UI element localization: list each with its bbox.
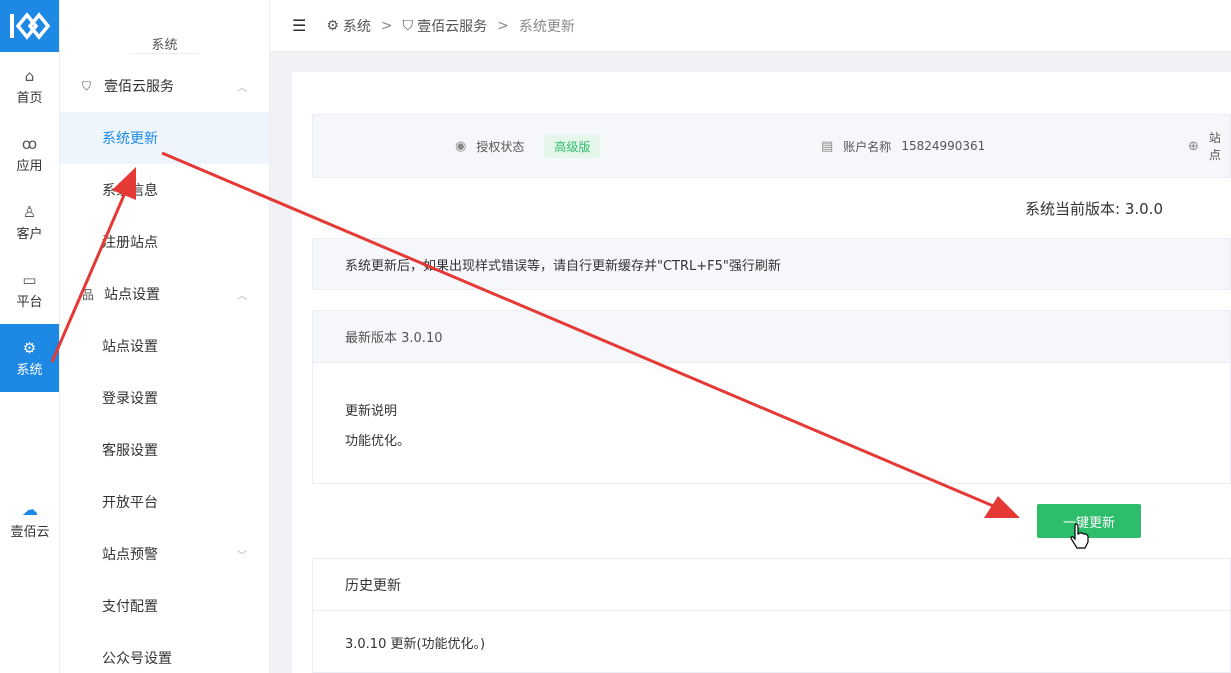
rail-item-label: 壹佰云 [10, 525, 50, 540]
menu-group-cloud-service[interactable]: ⛉ 壹佰云服务 ︿ [60, 60, 269, 112]
menu-item-payment-config[interactable]: 支付配置 [60, 580, 269, 632]
rail-item-label: 平台 [16, 294, 43, 310]
breadcrumb-item[interactable]: 系统 [343, 16, 371, 36]
hand-cursor-icon [1070, 523, 1089, 549]
menu-item-open-platform[interactable]: 开放平台 [60, 476, 269, 528]
sitemap-icon: 品 [82, 287, 95, 302]
status-bar: ◉ 授权状态 高级版 ▤ 账户名称 15824990361 ⊕ 站点 [312, 114, 1231, 178]
rail-item-platform[interactable]: ▭ 平台 [0, 256, 59, 324]
auth-badge: 高级版 [544, 134, 601, 158]
shield-icon: ⛉ [402, 17, 414, 34]
chevron-down-icon[interactable]: ﹀ [237, 547, 247, 562]
shield-icon: ⛉ [82, 78, 92, 93]
chevron-up-icon[interactable]: ︿ [237, 287, 247, 302]
menu-group-label: 壹佰云服务 [104, 79, 174, 95]
menu-group-label: 站点设置 [104, 287, 160, 303]
history-row: 3.0.10 更新(功能优化。) [345, 636, 486, 652]
main-content: ◉ 授权状态 高级版 ▤ 账户名称 15824990361 ⊕ 站点 系统当前版… [292, 72, 1231, 673]
rail-item-customers[interactable]: ♙ 客户 [0, 188, 59, 256]
menu-group-site-settings[interactable]: 品 站点设置 ︿ [60, 268, 269, 320]
latest-version-notes: 更新说明 功能优化。 [313, 363, 1230, 457]
app-root: ⌂ 首页 ꝏ 应用 ♙ 客户 ▭ 平台 ⚙ 系统 ☁ 壹佰云 系统 ⛉ 壹佰云服… [0, 0, 1231, 673]
menu-title: 系统 [60, 0, 269, 60]
breadcrumb-current: 系统更新 [518, 18, 575, 35]
breadcrumb-separator: > [380, 17, 393, 34]
menu-item-login-settings[interactable]: 登录设置 [60, 372, 269, 424]
menu-toggle-icon[interactable]: ☰ [292, 16, 306, 35]
menu-item-system-info[interactable]: 系统信息 [60, 164, 269, 216]
gear-icon: ⚙ [326, 17, 339, 34]
account-value: 15824990361 [901, 139, 986, 153]
notes-text: 功能优化。 [345, 434, 411, 449]
notes-title: 更新说明 [345, 404, 398, 419]
cloud-icon: ☁ [22, 500, 38, 519]
left-rail: ⌂ 首页 ꝏ 应用 ♙ 客户 ▭ 平台 ⚙ 系统 ☁ 壹佰云 [0, 0, 60, 673]
apps-icon: ꝏ [21, 134, 38, 153]
rail-item-home[interactable]: ⌂ 首页 [0, 52, 59, 120]
verified-icon: ◉ [455, 138, 467, 154]
rail-item-label: 应用 [16, 158, 43, 174]
menu-item-site-settings[interactable]: 站点设置 [60, 320, 269, 372]
app-logo[interactable] [0, 0, 59, 52]
menu-item-register-site[interactable]: 注册站点 [60, 216, 269, 268]
globe-icon: ⊕ [1188, 138, 1199, 154]
user-icon: ♙ [22, 202, 37, 221]
chevron-up-icon[interactable]: ︿ [237, 79, 247, 94]
history-panel: 历史更新 3.0.10 更新(功能优化。) [312, 558, 1231, 673]
logo-icon [9, 12, 50, 40]
gear-icon: ⚙ [22, 338, 37, 357]
menu-item-service-settings[interactable]: 客服设置 [60, 424, 269, 476]
breadcrumb-separator: > [497, 17, 509, 34]
rail-item-apps[interactable]: ꝏ 应用 [0, 120, 59, 188]
rail-item-label: 系统 [16, 362, 43, 378]
home-icon: ⌂ [24, 66, 35, 85]
menu-item-official-account[interactable]: 公众号设置 [60, 632, 269, 673]
update-notice: 系统更新后，如果出现样式错误等，请自行更新缓存并"CTRL+F5"强行刷新 [312, 238, 1231, 290]
breadcrumb-item[interactable]: 壹佰云服务 [417, 16, 487, 36]
account-info: ▤ 账户名称 15824990361 [821, 138, 986, 154]
rail-item-label: 首页 [16, 90, 43, 106]
menu-item-system-update[interactable]: 系统更新 [60, 112, 269, 164]
current-version: 系统当前版本: 3.0.0 [1025, 200, 1163, 218]
monitor-icon: ▭ [22, 270, 37, 289]
rail-item-cloud[interactable]: ☁ 壹佰云 [0, 500, 60, 540]
breadcrumb: ⚙ 系统 > ⛉ 壹佰云服务 > 系统更新 [326, 16, 575, 36]
auth-status: ◉ 授权状态 高级版 [455, 134, 601, 158]
card-icon: ▤ [821, 138, 834, 154]
secondary-menu: 系统 ⛉ 壹佰云服务 ︿ 系统更新 系统信息 注册站点 品 站点设置 ︿ 站点设… [60, 0, 270, 673]
latest-version-title: 最新版本 3.0.10 [313, 311, 1230, 363]
rail-item-label: 客户 [16, 226, 43, 242]
latest-version-panel: 最新版本 3.0.10 更新说明 功能优化。 [312, 310, 1231, 484]
site-info: ⊕ 站点 [1188, 131, 1221, 162]
menu-item-site-alert[interactable]: 站点预警 ﹀ [60, 528, 269, 580]
history-title: 历史更新 [313, 559, 1230, 611]
top-bar: ☰ ⚙ 系统 > ⛉ 壹佰云服务 > 系统更新 [270, 0, 1231, 52]
rail-item-system[interactable]: ⚙ 系统 [0, 324, 59, 392]
